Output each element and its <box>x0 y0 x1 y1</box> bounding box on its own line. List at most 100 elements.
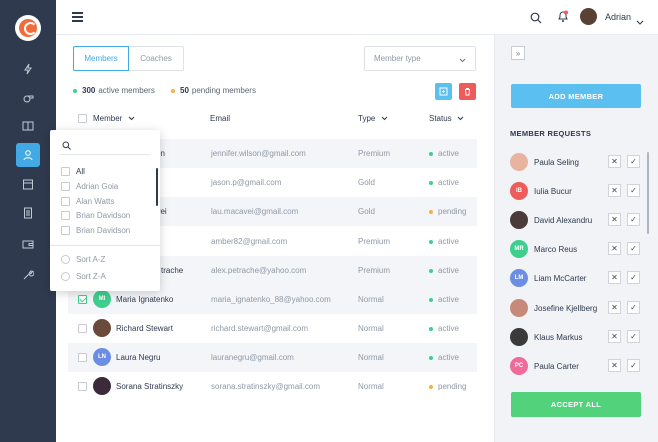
avatar: PC <box>510 357 528 375</box>
row-checkbox[interactable] <box>78 295 87 304</box>
reject-button[interactable]: ✕ <box>608 330 621 343</box>
table-row[interactable]: Sorana Stratinszky sorana.stratinszky@gm… <box>68 372 477 401</box>
members-icon[interactable] <box>16 143 40 167</box>
row-checkbox[interactable] <box>78 353 87 362</box>
request-item: David Alexandru ✕ ✓ <box>510 210 642 230</box>
request-name: Paula Seling <box>534 158 579 167</box>
member-column-header[interactable]: Member <box>93 114 135 123</box>
table-row[interactable]: LN Laura Negru lauranegru@gmail.com Norm… <box>68 343 477 372</box>
dropdown-option[interactable]: Brian Davidson <box>61 211 130 220</box>
email-column-header: Email <box>210 114 231 123</box>
accept-button[interactable]: ✓ <box>627 213 640 226</box>
reject-button[interactable]: ✕ <box>608 213 621 226</box>
accept-button[interactable]: ✓ <box>627 301 640 314</box>
pending-members-stat: 50 pending members <box>171 86 256 95</box>
pending-count: 50 <box>180 86 189 95</box>
avatar <box>510 299 528 317</box>
search-icon[interactable] <box>530 11 542 29</box>
avatar <box>93 377 111 395</box>
member-type-placeholder: Member type <box>374 54 421 63</box>
accept-button[interactable]: ✓ <box>627 184 640 197</box>
document-icon[interactable] <box>16 201 40 225</box>
member-email: lau.macavei@gmail.com <box>211 207 299 216</box>
bell-icon[interactable] <box>557 10 569 28</box>
member-type: Normal <box>358 324 384 333</box>
accept-button[interactable]: ✓ <box>627 330 640 343</box>
whistle-icon[interactable] <box>16 86 40 110</box>
dashboard-icon[interactable] <box>16 114 40 138</box>
sort-za-option[interactable]: Sort Z-A <box>61 272 106 281</box>
active-count: 300 <box>82 86 96 95</box>
sidebar <box>0 0 56 442</box>
request-item: Klaus Markus ✕ ✓ <box>510 327 642 347</box>
avatar: LM <box>510 269 528 287</box>
dropdown-search-input[interactable] <box>60 138 150 155</box>
request-item: Josefine Kjellberg ✕ ✓ <box>510 298 642 318</box>
tab-coaches[interactable]: Coaches <box>128 46 184 71</box>
dropdown-scrollbar[interactable] <box>156 168 158 206</box>
avatar: MR <box>510 240 528 258</box>
accept-button[interactable]: ✓ <box>627 155 640 168</box>
delete-button[interactable] <box>459 83 476 100</box>
chevron-down-icon <box>459 56 466 65</box>
member-name[interactable]: Maria Ignatenko <box>116 295 173 304</box>
request-item: MR Marco Reus ✕ ✓ <box>510 239 642 259</box>
reject-button[interactable]: ✕ <box>608 242 621 255</box>
tab-members[interactable]: Members <box>73 46 129 71</box>
dropdown-divider <box>50 245 160 246</box>
reject-button[interactable]: ✕ <box>608 271 621 284</box>
dropdown-option[interactable]: Brian Davidson <box>61 226 130 235</box>
accept-button[interactable]: ✓ <box>627 271 640 284</box>
request-item: IB Iulia Bucur ✕ ✓ <box>510 181 642 201</box>
member-status: active <box>438 178 459 187</box>
avatar: IB <box>510 182 528 200</box>
app-logo[interactable] <box>15 15 41 41</box>
wallet-icon[interactable] <box>16 232 40 256</box>
status-dot <box>429 152 433 156</box>
status-dot <box>429 269 433 273</box>
user-name[interactable]: Adrian <box>605 12 631 22</box>
table-row[interactable]: Richard Stewart richard.stewart@gmail.co… <box>68 314 477 343</box>
reject-button[interactable]: ✕ <box>608 301 621 314</box>
member-name[interactable]: Laura Negru <box>116 353 160 362</box>
member-name[interactable]: Richard Stewart <box>116 324 173 333</box>
member-status: active <box>438 149 459 158</box>
row-checkbox[interactable] <box>78 382 87 391</box>
member-email: jennifer.wilson@gmail.com <box>211 149 306 158</box>
search-icon <box>62 141 71 150</box>
active-members-stat: 300 active members <box>73 86 155 95</box>
member-name[interactable]: Sorana Stratinszky <box>116 382 183 391</box>
member-email: maria_ignatenko_88@yahoo.com <box>211 295 331 304</box>
reject-button[interactable]: ✕ <box>608 359 621 372</box>
status-column-header[interactable]: Status <box>429 114 464 123</box>
reject-button[interactable]: ✕ <box>608 155 621 168</box>
export-button[interactable] <box>435 83 452 100</box>
member-type: Premium <box>358 266 391 275</box>
dropdown-option[interactable]: Adrian Goia <box>61 182 118 191</box>
member-name: trache <box>161 266 184 275</box>
requests-scrollbar[interactable] <box>647 152 649 234</box>
avatar <box>510 328 528 346</box>
chevron-down-icon[interactable] <box>636 13 644 31</box>
add-member-button[interactable]: ADD MEMBER <box>511 84 641 108</box>
menu-icon[interactable] <box>72 12 83 22</box>
type-column-header[interactable]: Type <box>358 114 388 123</box>
collapse-panel-button[interactable]: » <box>511 46 525 60</box>
accept-button[interactable]: ✓ <box>627 242 640 255</box>
sort-az-option[interactable]: Sort A-Z <box>61 255 105 264</box>
reject-button[interactable]: ✕ <box>608 184 621 197</box>
wrench-icon[interactable] <box>16 263 40 287</box>
row-checkbox[interactable] <box>78 324 87 333</box>
dropdown-option[interactable]: All <box>61 167 85 176</box>
user-avatar[interactable] <box>580 8 597 25</box>
status-dot <box>429 240 433 244</box>
request-item: Paula Seling ✕ ✓ <box>510 152 642 172</box>
lightning-icon[interactable] <box>16 57 40 81</box>
calendar-icon[interactable] <box>16 172 40 196</box>
member-type-select[interactable]: Member type <box>364 46 476 71</box>
member-status: active <box>438 353 459 362</box>
select-all-checkbox[interactable] <box>78 114 87 123</box>
dropdown-option[interactable]: Alan Watts <box>61 197 114 206</box>
accept-all-button[interactable]: ACCEPT ALL <box>511 392 641 417</box>
accept-button[interactable]: ✓ <box>627 359 640 372</box>
